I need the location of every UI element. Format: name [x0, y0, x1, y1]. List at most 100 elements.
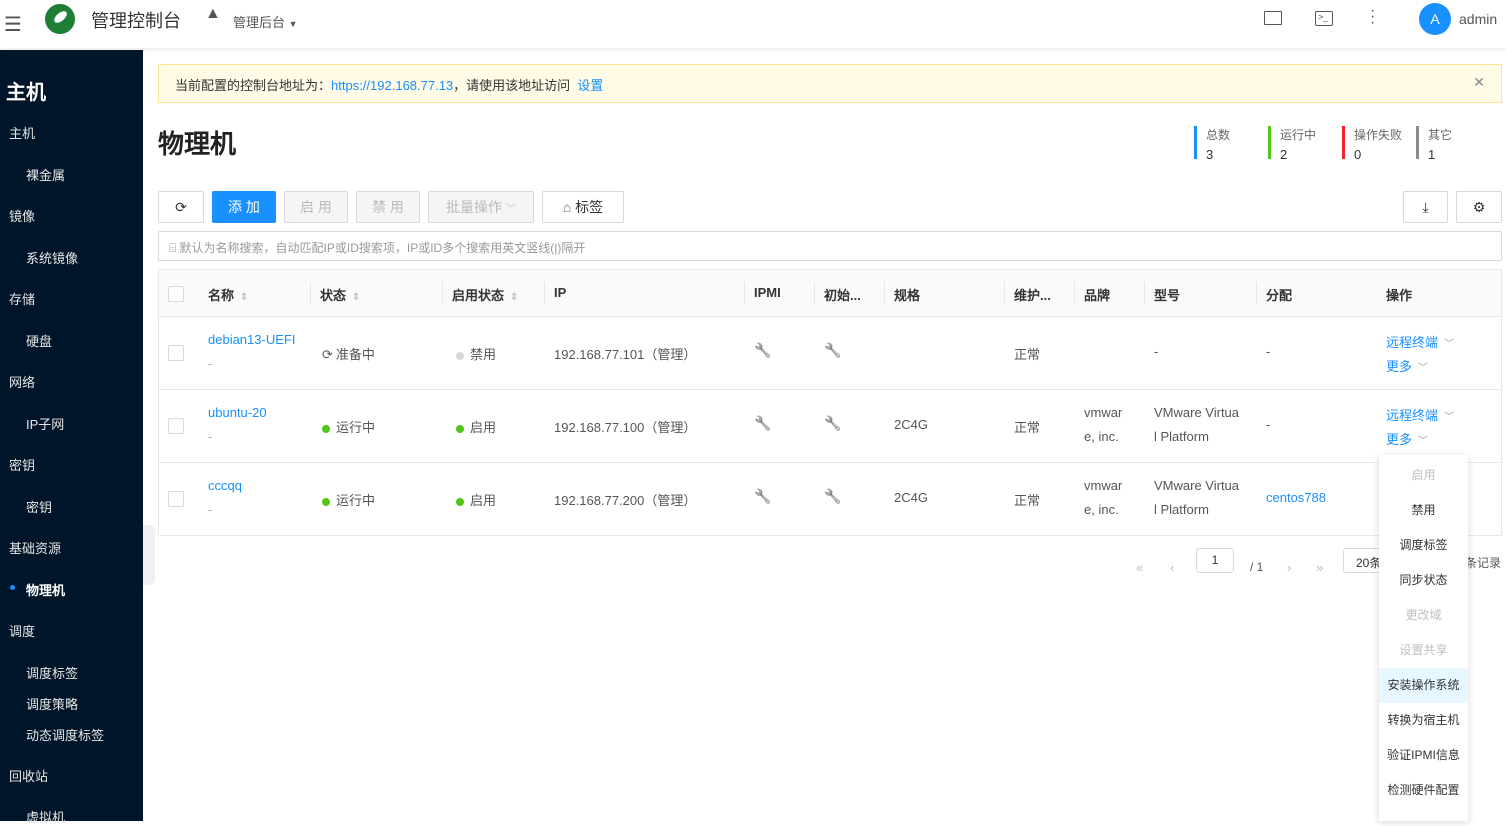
host-name-link[interactable]: cccqq	[208, 478, 242, 493]
sidebar: 主机 主机 裸金属 镜像 系统镜像 存储 硬盘 网络 IP子网 密钥 密钥 基础资源 物理机 调度 调度标…	[0, 50, 143, 825]
sidebar-item[interactable]: 镜像	[9, 206, 35, 225]
column-header[interactable]: 启用状态 ⇕	[452, 285, 518, 304]
remote-terminal-dropdown[interactable]: 远程终端 ﹀	[1386, 405, 1454, 424]
stat-value: 0	[1354, 147, 1362, 162]
alloc-link[interactable]: centos788	[1266, 490, 1326, 505]
ipmi-wrench-icon[interactable]: 🔧	[754, 415, 771, 432]
sidebar-item[interactable]: 动态调度标签	[26, 725, 104, 744]
prev-page-icon[interactable]: ‹	[1170, 560, 1174, 575]
sidebar-item[interactable]: 裸金属	[26, 165, 65, 184]
column-header-label: 分配	[1266, 288, 1293, 303]
sidebar-item[interactable]: 网络	[9, 372, 35, 391]
next-page-icon[interactable]: ›	[1287, 560, 1291, 575]
row-checkbox[interactable]	[168, 418, 184, 434]
init-wrench-icon[interactable]: 🔧	[824, 342, 841, 359]
remote-terminal-dropdown[interactable]: 远程终端 ﹀	[1386, 332, 1454, 351]
menu-item[interactable]: 更改域	[1379, 598, 1468, 633]
menu-item[interactable]: 调度标签	[1379, 528, 1468, 563]
download-button[interactable]: ⤓	[1403, 191, 1448, 223]
last-page-icon[interactable]: »	[1316, 560, 1323, 575]
add-button[interactable]: 添 加	[212, 191, 276, 223]
sidebar-item[interactable]: 硬盘	[26, 331, 52, 350]
enabled-cell: 启用	[456, 417, 496, 436]
menu-item[interactable]: 转换为宿主机	[1379, 703, 1468, 738]
ipmi-wrench-icon[interactable]: 🔧	[754, 488, 771, 505]
sidebar-item[interactable]: 调度标签	[26, 663, 78, 682]
row-checkbox[interactable]	[168, 491, 184, 507]
sidebar-item[interactable]: 调度	[9, 621, 35, 640]
column-divider	[814, 282, 815, 304]
console-url-link[interactable]: https://192.168.77.13	[331, 78, 453, 93]
more-dropdown[interactable]: 更多 ﹀	[1386, 429, 1428, 448]
terminal-icon[interactable]: >_	[1315, 11, 1333, 26]
sidebar-item[interactable]: 密钥	[26, 497, 52, 516]
more-label: 更多	[1386, 432, 1413, 447]
sort-icon[interactable]: ⇕	[240, 292, 248, 303]
batch-actions-button[interactable]: 批量操作 ﹀	[428, 191, 534, 223]
enable-button[interactable]: 启 用	[284, 191, 348, 223]
status-cell: 运行中	[322, 417, 375, 436]
sort-icon[interactable]: ⇕	[510, 292, 518, 303]
sidebar-item[interactable]: 存储	[9, 289, 35, 308]
menu-item[interactable]: 同步状态	[1379, 563, 1468, 598]
column-divider	[744, 282, 745, 304]
stat-3: 其它 1	[1416, 126, 1453, 162]
sidebar-item[interactable]: 密钥	[9, 455, 35, 474]
mail-icon[interactable]	[1264, 11, 1282, 25]
top-bar: ☰ 管理控制台 ▲ 管理后台 ▼ >_ · · · A admin	[0, 0, 1506, 48]
menu-item[interactable]: 启用	[1379, 458, 1468, 493]
scope-selector[interactable]: 管理后台 ▼	[233, 12, 298, 31]
first-page-icon[interactable]: «	[1136, 560, 1143, 575]
sidebar-item[interactable]: 调度策略	[26, 694, 78, 713]
tags-button[interactable]: ⌂ 标签	[542, 191, 624, 223]
row-divider	[158, 316, 1502, 317]
sidebar-item[interactable]: 回收站	[9, 766, 48, 785]
maintenance-cell: 正常	[1014, 493, 1041, 508]
sidebar-item[interactable]: 主机	[9, 123, 35, 142]
sidebar-item[interactable]: 基础资源	[9, 538, 61, 557]
search-input[interactable]: ⌸ 默认为名称搜索，自动匹配IP或ID搜索项，IP或ID多个搜索用英文竖线(|)…	[158, 231, 1502, 261]
sidebar-item[interactable]: 系统镜像	[26, 248, 78, 267]
menu-item[interactable]: 安装操作系统	[1379, 668, 1468, 703]
enabled-cell: 启用	[456, 490, 496, 509]
column-divider	[884, 282, 885, 304]
sort-icon[interactable]: ⇕	[352, 292, 360, 303]
column-header-label: IP	[554, 285, 567, 300]
column-header[interactable]: 状态 ⇕	[320, 285, 360, 304]
more-dropdown[interactable]: 更多 ﹀	[1386, 356, 1428, 375]
more-vertical-icon[interactable]: · · ·	[1370, 3, 1375, 31]
sidebar-item[interactable]: IP子网	[26, 414, 64, 433]
sidebar-item[interactable]: 物理机	[10, 580, 65, 599]
column-header[interactable]: 名称 ⇕	[208, 285, 248, 304]
close-icon[interactable]: ✕	[1473, 74, 1485, 91]
init-wrench-icon[interactable]: 🔧	[824, 488, 841, 505]
column-header: 规格	[894, 285, 920, 304]
host-name-link[interactable]: ubuntu-20	[208, 405, 267, 420]
menu-item[interactable]: 设置共享	[1379, 633, 1468, 668]
caret-down-icon: ▼	[288, 19, 298, 29]
init-wrench-icon[interactable]: 🔧	[824, 415, 841, 432]
sync-icon: ⟳	[322, 347, 333, 362]
username[interactable]: admin	[1459, 11, 1497, 27]
menu-icon[interactable]: ☰	[4, 12, 22, 37]
menu-item[interactable]: 禁用	[1379, 493, 1468, 528]
sidebar-collapse-handle[interactable]	[143, 525, 155, 585]
ipmi-wrench-icon[interactable]: 🔧	[754, 342, 771, 359]
menu-item[interactable]: 检测硬件配置	[1379, 773, 1468, 808]
page-input[interactable]: 1	[1196, 548, 1234, 573]
sidebar-item-label: 调度标签	[26, 666, 79, 681]
stat-label: 其它	[1428, 128, 1453, 142]
disable-button[interactable]: 禁 用	[356, 191, 420, 223]
settings-button[interactable]: ⚙	[1456, 191, 1502, 223]
model-cell: VMware Virtua	[1154, 478, 1240, 493]
sidebar-item[interactable]: 虚拟机	[26, 807, 65, 826]
avatar[interactable]: A	[1419, 3, 1451, 35]
column-header: 初始...	[824, 285, 861, 304]
select-all-checkbox[interactable]	[168, 286, 184, 302]
refresh-button[interactable]: ⟳	[158, 191, 204, 223]
settings-link[interactable]: 设置	[577, 78, 603, 93]
row-checkbox[interactable]	[168, 345, 184, 361]
active-dot-icon	[10, 585, 15, 590]
host-name-link[interactable]: debian13-UEFI	[208, 332, 295, 347]
menu-item[interactable]: 验证IPMI信息	[1379, 738, 1468, 773]
